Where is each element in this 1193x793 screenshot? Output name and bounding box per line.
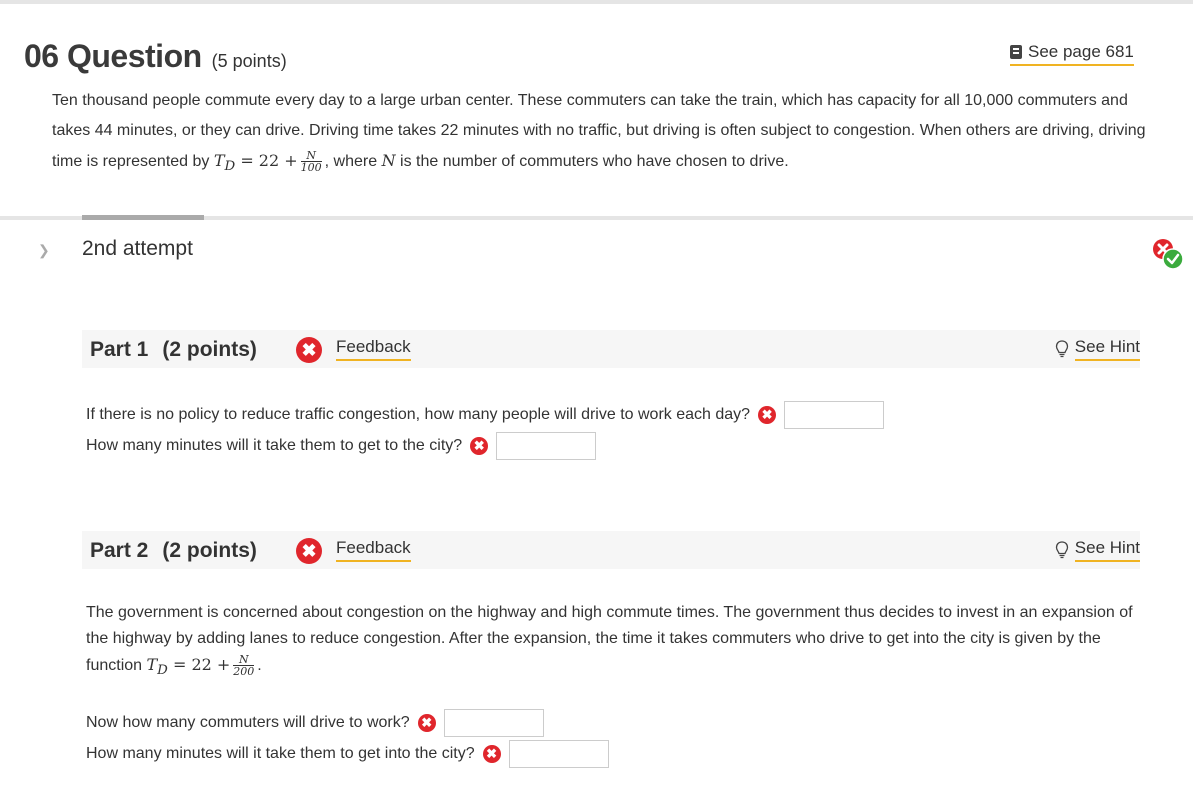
question-points: (5 points) <box>211 51 287 71</box>
question-number: 06 Question <box>24 38 202 74</box>
section-tab-indicator <box>82 215 204 220</box>
part1-hint-label: See Hint <box>1074 337 1140 361</box>
part2-answer-2-input[interactable] <box>508 740 609 768</box>
question-prompt: Ten thousand people commute every day to… <box>52 92 1146 175</box>
part1-hint-button[interactable]: See Hint <box>1055 337 1140 361</box>
incorrect-icon: ✖ <box>296 538 322 564</box>
part2-question-1: Now how many commuters will drive to wor… <box>86 709 544 737</box>
attempt-label[interactable]: 2nd attempt <box>82 237 193 261</box>
incorrect-icon: ✖ <box>470 437 489 455</box>
part2-q2-text: How many minutes will it take them to ge… <box>86 745 475 762</box>
part1-title: Part 1 (2 points) <box>90 338 257 361</box>
part2-title: Part 2 (2 points) <box>90 539 257 562</box>
incorrect-icon: ✖ <box>758 406 777 424</box>
incorrect-icon: ✖ <box>482 745 501 763</box>
part2-q1-text: Now how many commuters will drive to wor… <box>86 714 410 731</box>
part1-answer-2-input[interactable] <box>496 432 597 460</box>
formula-td-200: TD = 22 + N 200 <box>146 653 255 679</box>
part1-question-2: How many minutes will it take them to ge… <box>86 432 597 460</box>
incorrect-icon: ✖ <box>296 337 322 363</box>
top-divider <box>0 0 1193 4</box>
part2-prompt: The government is concerned about conges… <box>86 604 1133 679</box>
part1-q2-text: How many minutes will it take them to ge… <box>86 437 463 454</box>
part2-feedback-link[interactable]: Feedback <box>336 538 411 562</box>
formula-td-100: TD = 22 + N 100 <box>213 149 322 175</box>
part1-feedback-link[interactable]: Feedback <box>336 337 411 361</box>
see-page-link[interactable]: See page 681 <box>1010 42 1134 66</box>
part1-answer-1-input[interactable] <box>784 401 885 429</box>
part1-question-1: If there is no policy to reduce traffic … <box>86 401 885 429</box>
book-icon <box>1010 45 1022 59</box>
part2-question-2: How many minutes will it take them to ge… <box>86 740 609 768</box>
incorrect-icon: ✖ <box>417 714 436 732</box>
question-header: 06 Question (5 points) <box>24 38 287 75</box>
lightbulb-icon <box>1055 541 1068 559</box>
part2-hint-label: See Hint <box>1074 538 1140 562</box>
part2-hint-button[interactable]: See Hint <box>1055 538 1140 562</box>
part1-q1-text: If there is no policy to reduce traffic … <box>86 406 751 423</box>
part2-answer-1-input[interactable] <box>443 709 544 737</box>
chevron-down-icon[interactable]: ❯ <box>38 242 50 259</box>
lightbulb-icon <box>1055 340 1068 358</box>
see-page-label: See page 681 <box>1028 42 1134 61</box>
attempt-status-icon <box>1153 239 1184 270</box>
part1-header: Part 1 (2 points) ✖ Feedback See Hint <box>82 330 1140 368</box>
part2-header: Part 2 (2 points) ✖ Feedback See Hint <box>82 531 1140 569</box>
